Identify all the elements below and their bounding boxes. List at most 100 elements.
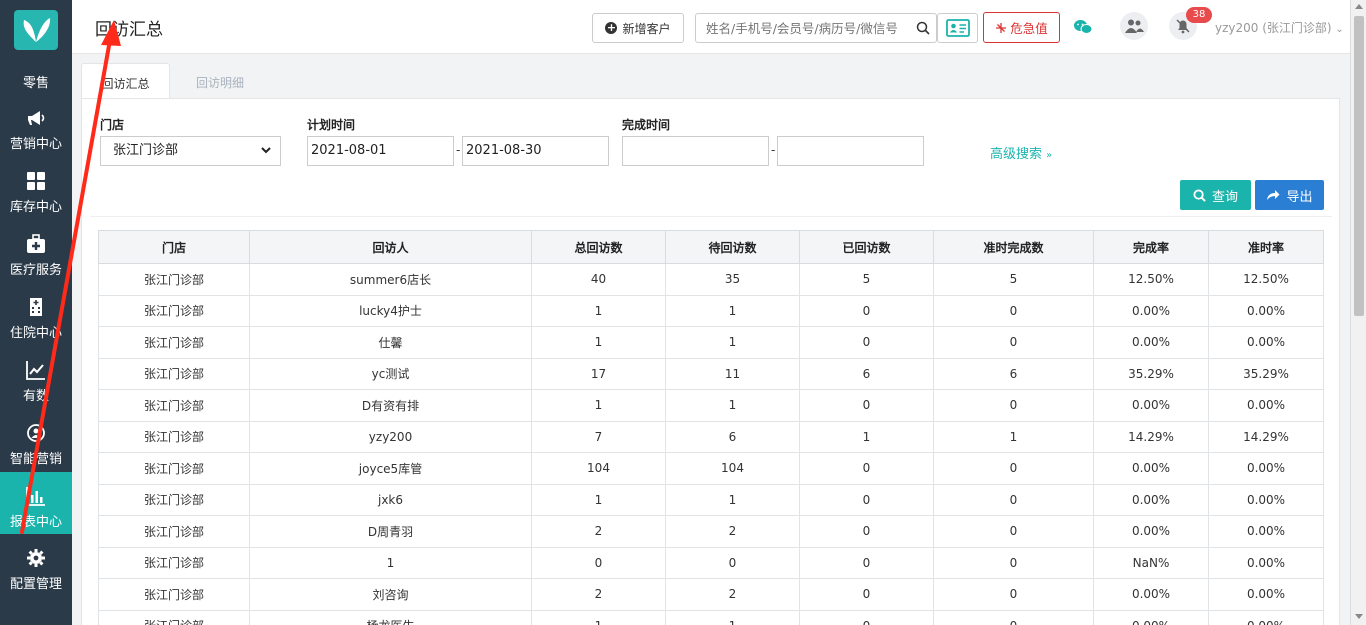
sidebar-item-inventory[interactable]: 库存中心 [0,161,72,223]
plan-end-input[interactable]: 2021-08-30 [462,136,609,166]
table-cell: 张江门诊部 [98,326,250,359]
advanced-search-label: 高级搜索 [990,147,1043,162]
col-header[interactable]: 待回访数 [665,230,800,264]
tab-visit-summary[interactable]: 回访汇总 [81,63,170,99]
table-row[interactable]: 张江门诊部 summer6店长 40 35 5 5 12.50% 12.50% [98,263,1324,296]
butterfly-logo-icon [23,18,51,42]
page-title: 回访汇总 [95,20,163,40]
sidebar-item-medical[interactable]: 医疗服务 [0,224,72,286]
export-label: 导出 [1286,189,1313,205]
table-row[interactable]: 张江门诊部 joyce5库管 104 104 0 0 0.00% 0.00% [98,452,1324,485]
table-cell: 0 [933,515,1094,548]
table-row[interactable]: 张江门诊部 jxk6 1 1 0 0 0.00% 0.00% [98,483,1324,516]
wechat-icon[interactable] [1070,14,1096,40]
table-cell: 2 [665,515,800,548]
table-cell: 0.00% [1093,452,1209,485]
finish-end-input[interactable] [777,136,924,166]
col-header[interactable]: 总回访数 [531,230,666,264]
double-chevron-down-icon: » [1046,150,1053,161]
team-icon[interactable] [1120,12,1148,40]
table-cell: 1 [249,546,532,579]
table-row[interactable]: 张江门诊部 刘咨询 2 2 0 0 0.00% 0.00% [98,578,1324,611]
sidebar-item-label: 报表中心 [9,515,62,530]
sidebar-item-label: 库存中心 [9,200,62,215]
table-cell: 1 [665,389,800,422]
table-cell: lucky4护士 [249,294,532,327]
search-icon[interactable] [916,21,930,35]
scroll-up-arrow-icon[interactable] [1355,4,1363,9]
notification-badge: 38 [1186,7,1212,23]
col-header[interactable]: 回访人 [249,230,532,264]
tab-visit-detail[interactable]: 回访明细 [176,63,264,99]
page-scrollbar[interactable] [1350,0,1366,625]
search-box[interactable] [695,13,937,43]
store-filter-label: 门店 [100,118,125,132]
col-header[interactable]: 完成率 [1093,230,1209,264]
table-row[interactable]: 张江门诊部 yc测试 17 11 6 6 35.29% 35.29% [98,357,1324,390]
table-cell: 张江门诊部 [98,546,250,579]
critical-value-button[interactable]: 危急值 [983,12,1060,43]
id-card-button[interactable] [937,13,978,43]
table-cell: 0.00% [1208,326,1324,359]
export-button[interactable]: 导出 [1255,180,1324,210]
col-header[interactable]: 准时率 [1208,230,1324,264]
medical-kit-icon [0,234,72,256]
sidebar-item-reports[interactable]: 报表中心 [0,472,72,534]
new-customer-button[interactable]: + 新增客户 [592,13,684,43]
table-cell: 杨龙医生 [249,609,532,625]
table-row[interactable]: 张江门诊部杨龙医生11000.00%0.00% [98,609,1324,625]
table-row[interactable]: 张江门诊部 仕馨 1 1 0 0 0.00% 0.00% [98,326,1324,359]
scroll-down-arrow-icon[interactable] [1355,614,1363,619]
plan-start-input[interactable]: 2021-08-01 [307,136,454,166]
table-cell: 1 [665,483,800,516]
table-cell: 17 [531,357,666,390]
table-cell: summer6店长 [249,263,532,296]
sidebar-item-label: 零售 [22,76,49,91]
table-cell: D周青羽 [249,515,532,548]
table-cell: 0.00% [1093,294,1209,327]
table-cell: 35.29% [1093,357,1209,390]
sidebar-item-marketing[interactable]: 营销中心 [0,98,72,160]
table-row[interactable]: 张江门诊部 D有资有排 1 1 0 0 0.00% 0.00% [98,389,1324,422]
table-cell: 张江门诊部 [98,609,250,625]
sidebar-item-smart-marketing[interactable]: 智能营销 [0,413,72,475]
table-cell: jxk6 [249,483,532,516]
share-arrow-icon [1267,190,1280,200]
table-cell: joyce5库管 [249,452,532,485]
col-header[interactable]: 准时完成数 [933,230,1094,264]
table-cell: 1 [531,294,666,327]
table-cell: 0.00% [1093,483,1209,516]
sidebar-item-analytics[interactable]: 有数 [0,350,72,412]
table-cell: 0 [933,609,1094,625]
query-button[interactable]: 查询 [1180,180,1251,210]
table-row[interactable]: 张江门诊部 lucky4护士 1 1 0 0 0.00% 0.00% [98,294,1324,327]
plus-circle-icon: + [605,21,618,34]
col-header[interactable]: 已回访数 [799,230,934,264]
table-cell: 35 [665,263,800,296]
sidebar-item-settings[interactable]: 配置管理 [0,538,72,600]
store-select-value: 张江门诊部 [113,143,179,158]
table-row[interactable]: 张江门诊部 yzy200 7 6 1 1 14.29% 14.29% [98,420,1324,453]
advanced-search-toggle[interactable]: 高级搜索 » [990,143,1052,162]
col-header[interactable]: 门店 [98,230,250,264]
finish-start-input[interactable] [622,136,769,166]
table-cell: 0 [799,326,934,359]
store-select[interactable]: 张江门诊部 [100,136,281,166]
gear-icon [0,548,72,570]
table-cell: 7 [531,420,666,453]
table-row[interactable]: 张江门诊部 1 0 0 0 0 NaN% 0.00% [98,546,1324,579]
scroll-thumb[interactable] [1354,16,1364,316]
table-row[interactable]: 张江门诊部 D周青羽 2 2 0 0 0.00% 0.00% [98,515,1324,548]
table-cell: 0 [933,326,1094,359]
table-cell: 0.00% [1093,578,1209,611]
user-menu[interactable]: yzy200 (张江门诊部) ⌄ [1215,19,1344,36]
search-icon [1193,188,1206,202]
search-input[interactable] [696,14,906,42]
table-cell: 0 [799,578,934,611]
table-cell: 张江门诊部 [98,357,250,390]
sidebar-item-inpatient[interactable]: 住院中心 [0,287,72,349]
table-cell: 0.00% [1208,389,1324,422]
app-logo[interactable] [14,10,58,50]
table-cell: 0 [799,389,934,422]
sidebar-item-label: 智能营销 [9,452,62,467]
